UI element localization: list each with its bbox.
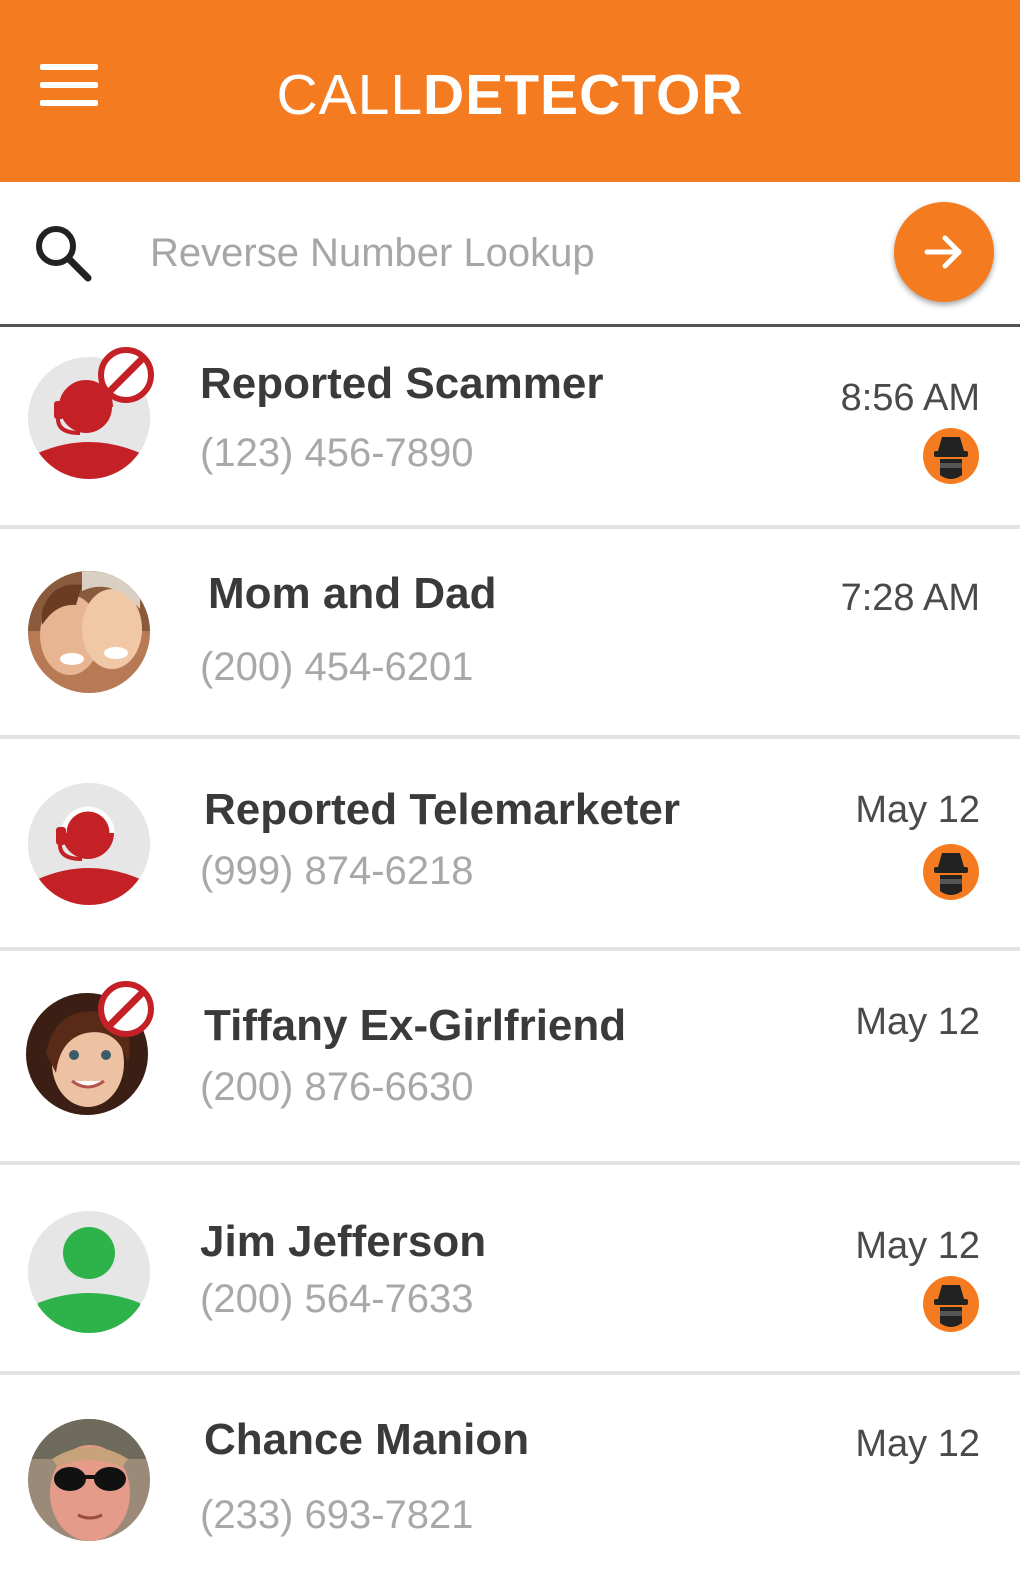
caller-phone: (233) 693-7821 — [200, 1493, 474, 1537]
caller-name: Mom and Dad — [208, 569, 497, 618]
couple-photo — [28, 571, 150, 693]
call-log-row[interactable]: Tiffany Ex-Girlfriend (200) 876-6630 May… — [0, 951, 1020, 1165]
call-log-row[interactable]: Chance Manion (233) 693-7821 May 12 — [0, 1375, 1020, 1589]
call-log-row[interactable]: Reported Scammer (123) 456-7890 8:56 AM — [0, 327, 1020, 529]
caller-phone: (999) 874-6218 — [200, 849, 474, 893]
contact-photo-avatar — [28, 1419, 150, 1541]
call-log-row[interactable]: Reported Telemarketer (999) 874-6218 May… — [0, 739, 1020, 951]
spy-icon — [923, 428, 979, 484]
generic-person-avatar — [28, 1211, 150, 1333]
telemarketer-icon — [28, 783, 150, 905]
man-photo — [28, 1419, 150, 1541]
call-log-row[interactable]: Jim Jefferson (200) 564-7633 May 12 — [0, 1165, 1020, 1375]
caller-name: Reported Telemarketer — [204, 785, 681, 834]
caller-phone: (123) 456-7890 — [200, 431, 474, 475]
blocked-icon — [98, 981, 154, 1037]
call-time: May 12 — [855, 1423, 980, 1465]
reported-caller-avatar — [28, 783, 150, 905]
app-title-light: CALL — [276, 63, 424, 127]
contact-photo-avatar — [28, 571, 150, 693]
caller-name: Jim Jefferson — [200, 1217, 487, 1266]
app-bar: CALLDETECTOR — [0, 0, 1020, 182]
caller-name: Tiffany Ex-Girlfriend — [204, 1001, 627, 1050]
app-title-bold: DETECTOR — [423, 63, 744, 127]
spy-icon — [923, 1276, 979, 1332]
reverse-number-lookup-input[interactable] — [148, 224, 852, 282]
person-icon — [28, 1211, 150, 1333]
call-time: May 12 — [855, 1225, 980, 1267]
search-icon — [36, 226, 92, 282]
call-log-list: Reported Scammer (123) 456-7890 8:56 AM — [0, 327, 1020, 1589]
call-time: 8:56 AM — [840, 377, 980, 419]
reverse-lookup-bar — [0, 182, 1020, 327]
caller-name: Chance Manion — [204, 1415, 530, 1464]
call-time: May 12 — [855, 1001, 980, 1043]
caller-phone: (200) 454-6201 — [200, 645, 474, 689]
lookup-go-button[interactable] — [894, 202, 994, 302]
app-title: CALLDETECTOR — [0, 60, 1020, 130]
caller-phone: (200) 564-7633 — [200, 1277, 474, 1321]
arrow-right-icon — [924, 235, 962, 269]
spy-icon — [923, 844, 979, 900]
caller-name: Reported Scammer — [200, 359, 604, 408]
call-time: 7:28 AM — [840, 577, 980, 619]
call-log-row[interactable]: Mom and Dad (200) 454-6201 7:28 AM — [0, 529, 1020, 739]
blocked-icon — [98, 347, 154, 403]
call-time: May 12 — [855, 789, 980, 831]
caller-phone: (200) 876-6630 — [200, 1065, 474, 1109]
